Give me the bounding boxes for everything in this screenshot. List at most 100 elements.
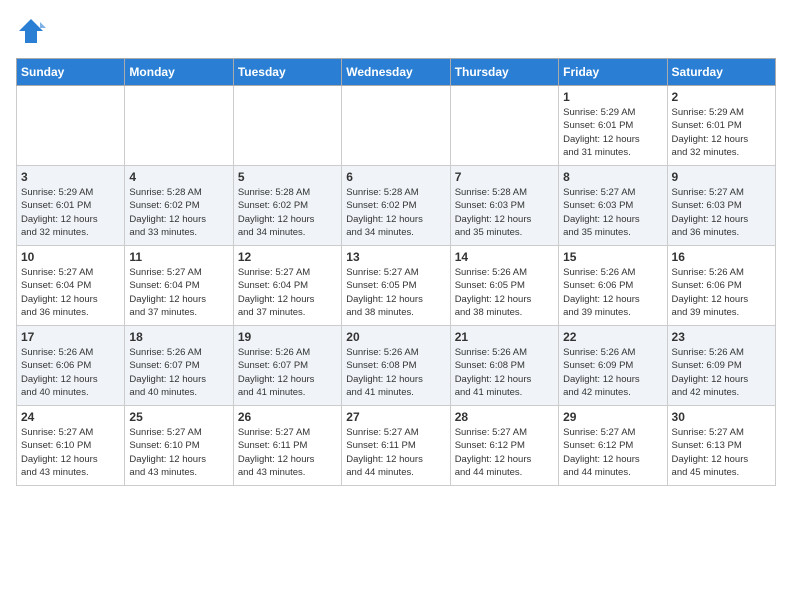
calendar-day-cell (450, 86, 558, 166)
calendar-day-cell: 30 Sunrise: 5:27 AM Sunset: 6:13 PM Dayli… (667, 406, 775, 486)
day-info: Sunrise: 5:28 AM Sunset: 6:03 PM Dayligh… (455, 186, 554, 239)
day-info: Sunrise: 5:27 AM Sunset: 6:04 PM Dayligh… (21, 266, 120, 319)
day-info: Sunrise: 5:26 AM Sunset: 6:06 PM Dayligh… (21, 346, 120, 399)
weekday-header: Friday (559, 59, 667, 86)
calendar-day-cell (342, 86, 450, 166)
day-info: Sunrise: 5:27 AM Sunset: 6:03 PM Dayligh… (563, 186, 662, 239)
calendar-day-cell: 6 Sunrise: 5:28 AM Sunset: 6:02 PM Daylig… (342, 166, 450, 246)
weekday-header: Sunday (17, 59, 125, 86)
day-info: Sunrise: 5:27 AM Sunset: 6:12 PM Dayligh… (563, 426, 662, 479)
calendar-day-cell: 18 Sunrise: 5:26 AM Sunset: 6:07 PM Dayli… (125, 326, 233, 406)
calendar-day-cell: 3Sunrise: 5:29 AM Sunset: 6:01 PM Daylig… (17, 166, 125, 246)
weekday-header: Wednesday (342, 59, 450, 86)
calendar-day-cell: 21 Sunrise: 5:26 AM Sunset: 6:08 PM Dayli… (450, 326, 558, 406)
page-header (16, 16, 776, 46)
calendar-day-cell: 16 Sunrise: 5:26 AM Sunset: 6:06 PM Dayli… (667, 246, 775, 326)
weekday-header: Monday (125, 59, 233, 86)
weekday-header: Tuesday (233, 59, 341, 86)
day-info: Sunrise: 5:26 AM Sunset: 6:07 PM Dayligh… (238, 346, 337, 399)
day-info: Sunrise: 5:26 AM Sunset: 6:07 PM Dayligh… (129, 346, 228, 399)
day-info: Sunrise: 5:28 AM Sunset: 6:02 PM Dayligh… (346, 186, 445, 239)
calendar-week-row: 10 Sunrise: 5:27 AM Sunset: 6:04 PM Dayli… (17, 246, 776, 326)
calendar-day-cell: 9 Sunrise: 5:27 AM Sunset: 6:03 PM Daylig… (667, 166, 775, 246)
day-number: 23 (672, 330, 771, 344)
day-info: Sunrise: 5:26 AM Sunset: 6:06 PM Dayligh… (563, 266, 662, 319)
day-info: Sunrise: 5:27 AM Sunset: 6:11 PM Dayligh… (238, 426, 337, 479)
day-info: Sunrise: 5:28 AM Sunset: 6:02 PM Dayligh… (238, 186, 337, 239)
day-number: 7 (455, 170, 554, 184)
calendar-day-cell: 5 Sunrise: 5:28 AM Sunset: 6:02 PM Daylig… (233, 166, 341, 246)
day-info: Sunrise: 5:26 AM Sunset: 6:08 PM Dayligh… (455, 346, 554, 399)
day-info: Sunrise: 5:26 AM Sunset: 6:06 PM Dayligh… (672, 266, 771, 319)
calendar-day-cell: 2Sunrise: 5:29 AM Sunset: 6:01 PM Daylig… (667, 86, 775, 166)
calendar-day-cell: 24 Sunrise: 5:27 AM Sunset: 6:10 PM Dayli… (17, 406, 125, 486)
day-number: 17 (21, 330, 120, 344)
day-number: 27 (346, 410, 445, 424)
day-number: 11 (129, 250, 228, 264)
calendar-day-cell: 8 Sunrise: 5:27 AM Sunset: 6:03 PM Daylig… (559, 166, 667, 246)
day-number: 5 (238, 170, 337, 184)
calendar-day-cell: 4 Sunrise: 5:28 AM Sunset: 6:02 PM Daylig… (125, 166, 233, 246)
day-info: Sunrise: 5:27 AM Sunset: 6:05 PM Dayligh… (346, 266, 445, 319)
day-number: 29 (563, 410, 662, 424)
day-info: Sunrise: 5:27 AM Sunset: 6:10 PM Dayligh… (129, 426, 228, 479)
day-info: Sunrise: 5:27 AM Sunset: 6:13 PM Dayligh… (672, 426, 771, 479)
day-number: 26 (238, 410, 337, 424)
day-number: 10 (21, 250, 120, 264)
day-number: 13 (346, 250, 445, 264)
weekday-header: Thursday (450, 59, 558, 86)
calendar-day-cell: 27 Sunrise: 5:27 AM Sunset: 6:11 PM Dayli… (342, 406, 450, 486)
day-number: 12 (238, 250, 337, 264)
calendar-day-cell: 28Sunrise: 5:27 AM Sunset: 6:12 PM Dayli… (450, 406, 558, 486)
calendar-day-cell: 17 Sunrise: 5:26 AM Sunset: 6:06 PM Dayli… (17, 326, 125, 406)
calendar-day-cell: 1Sunrise: 5:29 AM Sunset: 6:01 PM Daylig… (559, 86, 667, 166)
calendar-week-row: 3Sunrise: 5:29 AM Sunset: 6:01 PM Daylig… (17, 166, 776, 246)
day-number: 24 (21, 410, 120, 424)
calendar-day-cell: 19 Sunrise: 5:26 AM Sunset: 6:07 PM Dayli… (233, 326, 341, 406)
calendar-week-row: 1Sunrise: 5:29 AM Sunset: 6:01 PM Daylig… (17, 86, 776, 166)
day-info: Sunrise: 5:26 AM Sunset: 6:05 PM Dayligh… (455, 266, 554, 319)
day-info: Sunrise: 5:26 AM Sunset: 6:09 PM Dayligh… (672, 346, 771, 399)
day-number: 9 (672, 170, 771, 184)
day-number: 19 (238, 330, 337, 344)
day-number: 25 (129, 410, 228, 424)
logo-icon (16, 16, 46, 46)
day-number: 1 (563, 90, 662, 104)
day-number: 4 (129, 170, 228, 184)
calendar-day-cell: 26 Sunrise: 5:27 AM Sunset: 6:11 PM Dayli… (233, 406, 341, 486)
day-info: Sunrise: 5:29 AM Sunset: 6:01 PM Dayligh… (21, 186, 120, 239)
day-number: 8 (563, 170, 662, 184)
day-number: 20 (346, 330, 445, 344)
day-number: 6 (346, 170, 445, 184)
calendar-table: SundayMondayTuesdayWednesdayThursdayFrid… (16, 58, 776, 486)
day-number: 28 (455, 410, 554, 424)
day-number: 15 (563, 250, 662, 264)
calendar-day-cell: 13 Sunrise: 5:27 AM Sunset: 6:05 PM Dayli… (342, 246, 450, 326)
day-info: Sunrise: 5:26 AM Sunset: 6:09 PM Dayligh… (563, 346, 662, 399)
calendar-day-cell (125, 86, 233, 166)
calendar-day-cell: 20Sunrise: 5:26 AM Sunset: 6:08 PM Dayli… (342, 326, 450, 406)
calendar-day-cell: 22 Sunrise: 5:26 AM Sunset: 6:09 PM Dayli… (559, 326, 667, 406)
calendar-week-row: 24 Sunrise: 5:27 AM Sunset: 6:10 PM Dayli… (17, 406, 776, 486)
day-info: Sunrise: 5:27 AM Sunset: 6:11 PM Dayligh… (346, 426, 445, 479)
day-number: 16 (672, 250, 771, 264)
day-info: Sunrise: 5:27 AM Sunset: 6:03 PM Dayligh… (672, 186, 771, 239)
day-info: Sunrise: 5:28 AM Sunset: 6:02 PM Dayligh… (129, 186, 228, 239)
calendar-day-cell: 7 Sunrise: 5:28 AM Sunset: 6:03 PM Daylig… (450, 166, 558, 246)
day-number: 21 (455, 330, 554, 344)
calendar-day-cell: 23 Sunrise: 5:26 AM Sunset: 6:09 PM Dayli… (667, 326, 775, 406)
calendar-day-cell: 12 Sunrise: 5:27 AM Sunset: 6:04 PM Dayli… (233, 246, 341, 326)
day-info: Sunrise: 5:27 AM Sunset: 6:04 PM Dayligh… (238, 266, 337, 319)
day-number: 2 (672, 90, 771, 104)
logo (16, 16, 50, 46)
day-info: Sunrise: 5:27 AM Sunset: 6:10 PM Dayligh… (21, 426, 120, 479)
calendar-day-cell: 29 Sunrise: 5:27 AM Sunset: 6:12 PM Dayli… (559, 406, 667, 486)
calendar-day-cell: 15 Sunrise: 5:26 AM Sunset: 6:06 PM Dayli… (559, 246, 667, 326)
weekday-header: Saturday (667, 59, 775, 86)
day-number: 30 (672, 410, 771, 424)
day-number: 22 (563, 330, 662, 344)
calendar-day-cell: 14Sunrise: 5:26 AM Sunset: 6:05 PM Dayli… (450, 246, 558, 326)
calendar-day-cell (233, 86, 341, 166)
day-number: 18 (129, 330, 228, 344)
calendar-day-cell (17, 86, 125, 166)
